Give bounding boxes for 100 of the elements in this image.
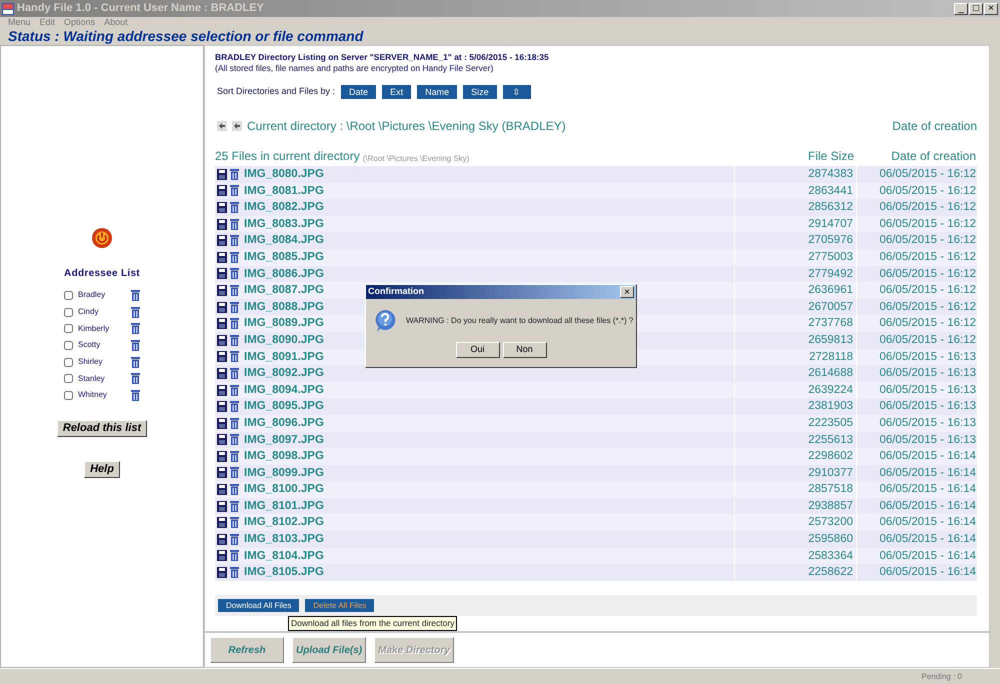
action-button[interactable]: Delete All Files (305, 598, 374, 612)
trash-icon[interactable] (230, 284, 239, 296)
file-name[interactable]: IMG_8105.JPG (244, 564, 324, 581)
trash-icon[interactable] (230, 185, 239, 196)
trash-icon[interactable] (230, 500, 239, 512)
dialog-button[interactable]: Oui (456, 342, 500, 358)
checkbox[interactable] (64, 324, 73, 334)
addressee-name[interactable]: Kimberly (78, 322, 131, 335)
trash-icon[interactable] (230, 318, 239, 330)
file-name[interactable]: IMG_8086.JPG (244, 266, 324, 282)
dialog-button[interactable]: Non (502, 342, 546, 358)
menu-item[interactable]: Options (64, 17, 96, 28)
addressee-name[interactable]: Bradley (78, 289, 131, 302)
trash-icon[interactable] (230, 467, 239, 478)
question-icon (374, 309, 396, 333)
sort-button[interactable]: Date (341, 85, 376, 99)
trash-icon[interactable] (230, 401, 239, 412)
minimize-button[interactable]: _ (954, 2, 968, 14)
file-name[interactable]: IMG_8096.JPG (244, 414, 324, 432)
addressee-name[interactable]: Stanley (78, 372, 131, 385)
trash-icon[interactable] (230, 368, 239, 379)
trash-icon[interactable] (131, 290, 140, 301)
trash-icon[interactable] (230, 450, 239, 462)
file-name[interactable]: IMG_8090.JPG (244, 332, 324, 349)
trash-icon[interactable] (230, 334, 239, 346)
file-date: 06/05/2015 - 16:14 (878, 466, 976, 481)
checkbox[interactable] (64, 290, 73, 300)
sort-button[interactable]: Size (463, 85, 497, 99)
file-name[interactable]: IMG_8104.JPG (244, 548, 324, 564)
file-name[interactable]: IMG_8092.JPG (244, 365, 324, 382)
checkbox[interactable] (64, 340, 73, 350)
app-icon (2, 2, 14, 14)
toolbar-button[interactable]: Upload File(s) (292, 637, 366, 663)
checkbox[interactable] (64, 308, 73, 317)
file-name[interactable]: IMG_8087.JPG (244, 282, 324, 299)
trash-icon[interactable] (131, 306, 140, 318)
trash-icon[interactable] (131, 390, 140, 401)
menu-item[interactable]: Edit (40, 17, 56, 28)
file-name[interactable]: IMG_8101.JPG (244, 498, 324, 514)
addressee-name[interactable]: Shirley (78, 356, 131, 368)
trash-icon[interactable] (131, 340, 140, 351)
trash-icon[interactable] (230, 434, 239, 446)
menu-item[interactable]: About (104, 17, 128, 28)
file-name[interactable]: IMG_8097.JPG (244, 432, 324, 448)
addressee-name[interactable]: Cindy (78, 306, 131, 318)
reload-button[interactable]: Reload this list (56, 420, 148, 437)
trash-icon[interactable] (230, 302, 239, 313)
addressee-name[interactable]: Scotty (78, 339, 131, 352)
trash-icon[interactable] (230, 567, 239, 578)
file-name[interactable]: IMG_8103.JPG (244, 531, 324, 548)
window-title: Handy File 1.0 - Current User Name : BRADLEY (17, 1, 265, 16)
addressee-name[interactable]: Whitney (78, 389, 131, 402)
file-name[interactable]: IMG_8080.JPG (244, 166, 324, 183)
file-name[interactable]: IMG_8084.JPG (244, 232, 324, 249)
menu-item[interactable]: Menu (8, 17, 31, 28)
trash-icon[interactable] (230, 252, 239, 263)
file-name[interactable]: IMG_8081.JPG (244, 182, 324, 200)
trash-icon[interactable] (230, 268, 239, 280)
sort-button[interactable]: Name (417, 85, 458, 99)
trash-icon[interactable] (230, 168, 239, 180)
trash-icon[interactable] (131, 373, 140, 384)
sort-button[interactable]: ⇳ (502, 85, 531, 99)
file-name[interactable]: IMG_8100.JPG (244, 481, 324, 498)
file-date: 06/05/2015 - 16:12 (878, 200, 976, 216)
close-button[interactable]: × (984, 2, 998, 14)
file-name[interactable]: IMG_8094.JPG (244, 382, 324, 398)
sort-button[interactable]: Ext (382, 85, 412, 99)
help-button[interactable]: Help (84, 460, 120, 478)
trash-icon[interactable] (230, 384, 239, 396)
close-button[interactable]: × (620, 286, 634, 298)
trash-icon[interactable] (230, 534, 239, 545)
file-date: 06/05/2015 - 16:14 (878, 548, 976, 564)
trash-icon[interactable] (230, 202, 239, 213)
action-button[interactable]: Download All Files (218, 598, 300, 612)
file-name[interactable]: IMG_8088.JPG (244, 298, 324, 316)
trash-icon[interactable] (230, 351, 239, 362)
trash-icon[interactable] (230, 550, 239, 562)
file-name[interactable]: IMG_8098.JPG (244, 448, 324, 465)
file-name[interactable]: IMG_8091.JPG (244, 348, 324, 366)
file-name[interactable]: IMG_8099.JPG (244, 464, 324, 482)
checkbox[interactable] (64, 358, 73, 367)
file-name[interactable]: IMG_8083.JPG (244, 216, 324, 232)
file-name[interactable]: IMG_8082.JPG (244, 199, 324, 216)
toolbar-button[interactable]: Refresh (210, 637, 284, 663)
trash-icon[interactable] (230, 218, 239, 230)
trash-icon[interactable] (131, 356, 140, 368)
file-name[interactable]: IMG_8089.JPG (244, 315, 324, 332)
back-arrow-icon[interactable] (217, 121, 227, 131)
trash-icon[interactable] (230, 484, 239, 496)
file-name[interactable]: IMG_8095.JPG (244, 398, 324, 415)
file-name[interactable]: IMG_8085.JPG (244, 248, 324, 266)
trash-icon[interactable] (230, 517, 239, 528)
maximize-button[interactable]: □ (969, 2, 983, 14)
file-name[interactable]: IMG_8102.JPG (244, 514, 324, 532)
trash-icon[interactable] (131, 323, 140, 334)
trash-icon[interactable] (230, 235, 239, 246)
checkbox[interactable] (64, 374, 73, 384)
trash-icon[interactable] (230, 418, 239, 429)
checkbox[interactable] (64, 390, 73, 400)
back-arrow-icon[interactable] (232, 121, 242, 131)
